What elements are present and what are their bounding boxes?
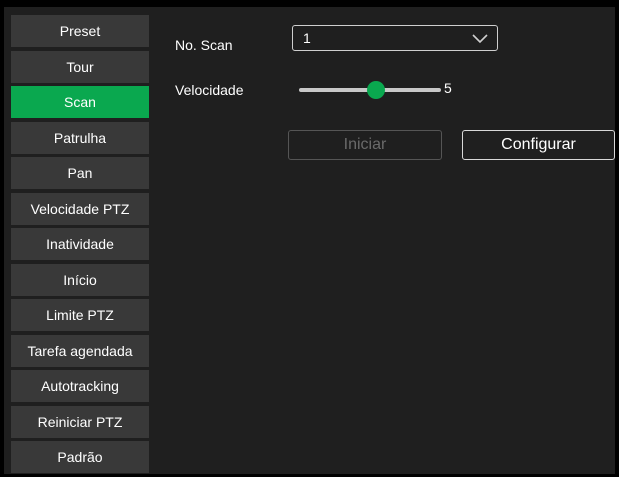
chevron-down-icon (472, 34, 488, 44)
sidebar-item-scan[interactable]: Scan (11, 86, 149, 118)
sidebar-item-pan[interactable]: Pan (11, 157, 149, 189)
sidebar-item-preset[interactable]: Preset (11, 15, 149, 47)
scan-number-select[interactable]: 1 (292, 25, 498, 51)
sidebar-item-inicio[interactable]: Início (11, 263, 149, 296)
sidebar-item-autotracking[interactable]: Autotracking (11, 370, 149, 402)
sidebar-item-padrao[interactable]: Padrão (11, 441, 149, 473)
configure-button[interactable]: Configurar (462, 130, 615, 160)
speed-label: Velocidade (175, 82, 244, 98)
sidebar-item-reiniciar-ptz[interactable]: Reiniciar PTZ (11, 405, 149, 438)
scan-number-label: No. Scan (175, 37, 233, 53)
speed-value: 5 (444, 80, 452, 96)
speed-slider[interactable] (299, 80, 441, 99)
sidebar-item-patrulha[interactable]: Patrulha (11, 121, 149, 154)
speed-slider-thumb[interactable] (366, 81, 385, 99)
sidebar-item-limite-ptz[interactable]: Limite PTZ (11, 299, 149, 331)
sidebar-item-tour[interactable]: Tour (11, 50, 149, 83)
scan-number-value: 1 (303, 30, 311, 46)
sidebar-item-tarefa-agendada[interactable]: Tarefa agendada (11, 334, 149, 367)
sidebar-item-velocidade-ptz[interactable]: Velocidade PTZ (11, 192, 149, 225)
sidebar-item-inatividade[interactable]: Inatividade (11, 228, 149, 260)
start-button[interactable]: Iniciar (288, 130, 442, 160)
